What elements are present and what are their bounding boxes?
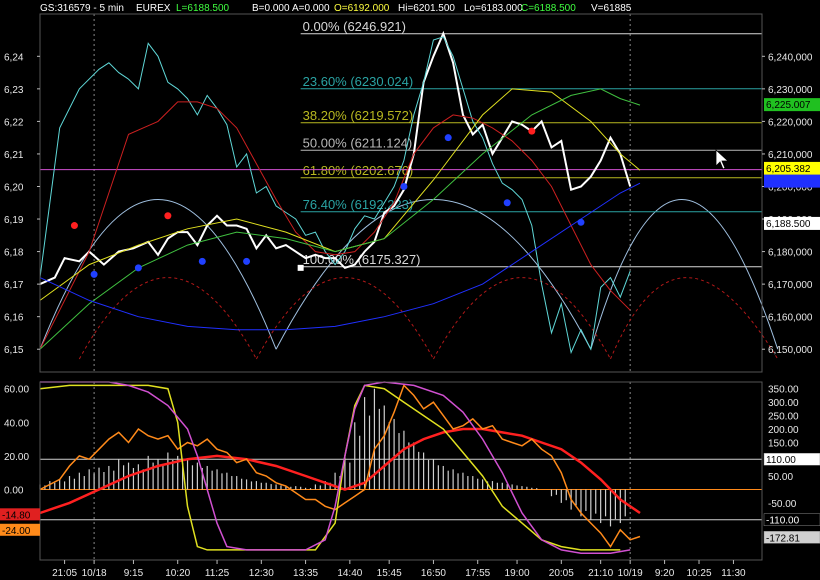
fib-level-label: 61.80% (6202.676) — [303, 163, 414, 178]
price-y-tick-label: 6,19 — [4, 215, 24, 226]
swing-high-marker — [70, 222, 78, 230]
price-right-tick-label: 6,170,000 — [768, 280, 813, 291]
swing-low-marker — [444, 134, 452, 142]
oscillator-right-tick-label: -50.00 — [768, 499, 797, 510]
x-tick-label: 15:45 — [377, 568, 402, 579]
swing-low-marker — [503, 199, 511, 207]
x-tick-label: 9:15 — [124, 568, 144, 579]
x-tick-label: 20:05 — [549, 568, 574, 579]
price-y-tick-label: 6,15 — [4, 345, 24, 356]
x-tick-label: 14:40 — [337, 568, 362, 579]
swing-low-marker — [400, 182, 408, 190]
open-price: O=6192.000 — [334, 3, 390, 14]
oscillator-right-badge-label: -172.81 — [766, 533, 800, 544]
price-y-tick-label: 6,24 — [4, 52, 24, 63]
fib-level-label: 0.00% (6246.921) — [303, 19, 406, 34]
oscillator-y-tick-label: 0.00 — [4, 485, 24, 496]
x-tick-label: 10/18 — [82, 568, 107, 579]
low-price: Lo=6183.000 — [464, 3, 523, 14]
oscillator-right-tick-label: 200.00 — [768, 425, 799, 436]
swing-low-marker — [134, 264, 142, 272]
swing-low-marker — [243, 257, 251, 265]
price-right-tick-label: 6,210,000 — [768, 150, 813, 161]
x-tick-label: 11:30 — [721, 568, 746, 579]
price-right-tick-label: 6,220,000 — [768, 117, 813, 128]
x-tick-label: 9:20 — [655, 568, 675, 579]
oscillator-right-tick-label: 50.00 — [768, 472, 793, 483]
price-y-tick-label: 6,20 — [4, 182, 24, 193]
swing-high-marker — [164, 212, 172, 220]
x-tick-label: 10:20 — [165, 568, 190, 579]
swing-low-marker — [198, 257, 206, 265]
oscillator-y-tick-label: 20.00 — [4, 452, 29, 463]
price-right-tick-label: 6,240,000 — [768, 52, 813, 63]
x-tick-label: 19:00 — [505, 568, 530, 579]
trading-chart[interactable]: 0.00% (6246.921) 23.60% (6230.024) 38.20% … — [0, 0, 820, 580]
fib-level-label: 23.60% (6230.024) — [303, 74, 414, 89]
symbol-label: GS:316579 - 5 min — [40, 3, 124, 14]
x-tick-label: 10:25 — [687, 568, 712, 579]
price-right-tick-label: 6,230,000 — [768, 85, 813, 96]
volume-value: V=61885 — [591, 3, 632, 14]
price-y-tick-label: 6,22 — [4, 117, 24, 128]
swing-low-marker — [90, 270, 98, 278]
x-tick-label: 13:35 — [293, 568, 318, 579]
price-y-tick-label: 6,23 — [4, 85, 24, 96]
oscillator-right-badge-label: -110.00 — [766, 516, 800, 527]
x-tick-label: 21:10 — [588, 568, 613, 579]
fib-level-label: 76.40% (6192.223) — [303, 197, 414, 212]
price-right-tick-label: 6,160,000 — [768, 313, 813, 324]
x-tick-label: 16:50 — [421, 568, 446, 579]
exchange-label: EUREX — [136, 3, 171, 14]
oscillator-y-tick-label: 60.00 — [4, 385, 29, 396]
close-price: C=6188.500 — [521, 3, 576, 14]
oscillator-right-tick-label: 250.00 — [768, 412, 799, 423]
price-right-tick-label: 6,180,000 — [768, 248, 813, 259]
price-right-tick-label: 6,150,000 — [768, 345, 813, 356]
x-tick-label: 10/19 — [618, 568, 643, 579]
oscillator-right-tick-label: 300.00 — [768, 398, 799, 409]
x-tick-label: 11:25 — [205, 568, 230, 579]
price-badge-label: 6,201.549 — [766, 177, 811, 188]
oscillator-left-badge-label: -14.80 — [2, 510, 31, 521]
last-price: L=6188.500 — [176, 3, 230, 14]
price-y-tick-label: 6,16 — [4, 313, 24, 324]
x-tick-label: 12:30 — [249, 568, 274, 579]
swing-marker-square — [297, 264, 304, 271]
bid-price: B=0.000 — [252, 3, 290, 14]
oscillator-y-tick-label: 40.00 — [4, 418, 29, 429]
oscillator-right-tick-label: 150.00 — [768, 438, 799, 449]
oscillator-right-tick-label: 350.00 — [768, 385, 799, 396]
oscillator-right-badge-label: 110.00 — [766, 455, 796, 466]
high-price: Hi=6201.500 — [398, 3, 455, 14]
ask-price: A=0.000 — [292, 3, 330, 14]
x-tick-label: 17:55 — [465, 568, 490, 579]
price-badge-label: 6,188.500 — [766, 219, 811, 230]
swing-low-marker — [577, 218, 585, 226]
x-tick-label: 21:05 — [52, 568, 77, 579]
price-badge-label: 6,205.382 — [766, 164, 811, 175]
swing-high-marker — [528, 127, 536, 135]
price-y-tick-label: 6,21 — [4, 150, 24, 161]
oscillator-left-badge-label: -24.00 — [2, 526, 31, 537]
price-y-tick-label: 6,17 — [4, 280, 24, 291]
fib-level-label: 50.00% (6211.124) — [303, 135, 413, 150]
price-y-tick-label: 6,18 — [4, 248, 24, 259]
fib-level-label: 38.20% (6219.572) — [303, 108, 414, 123]
price-badge-label: 6,225.007 — [766, 100, 811, 111]
